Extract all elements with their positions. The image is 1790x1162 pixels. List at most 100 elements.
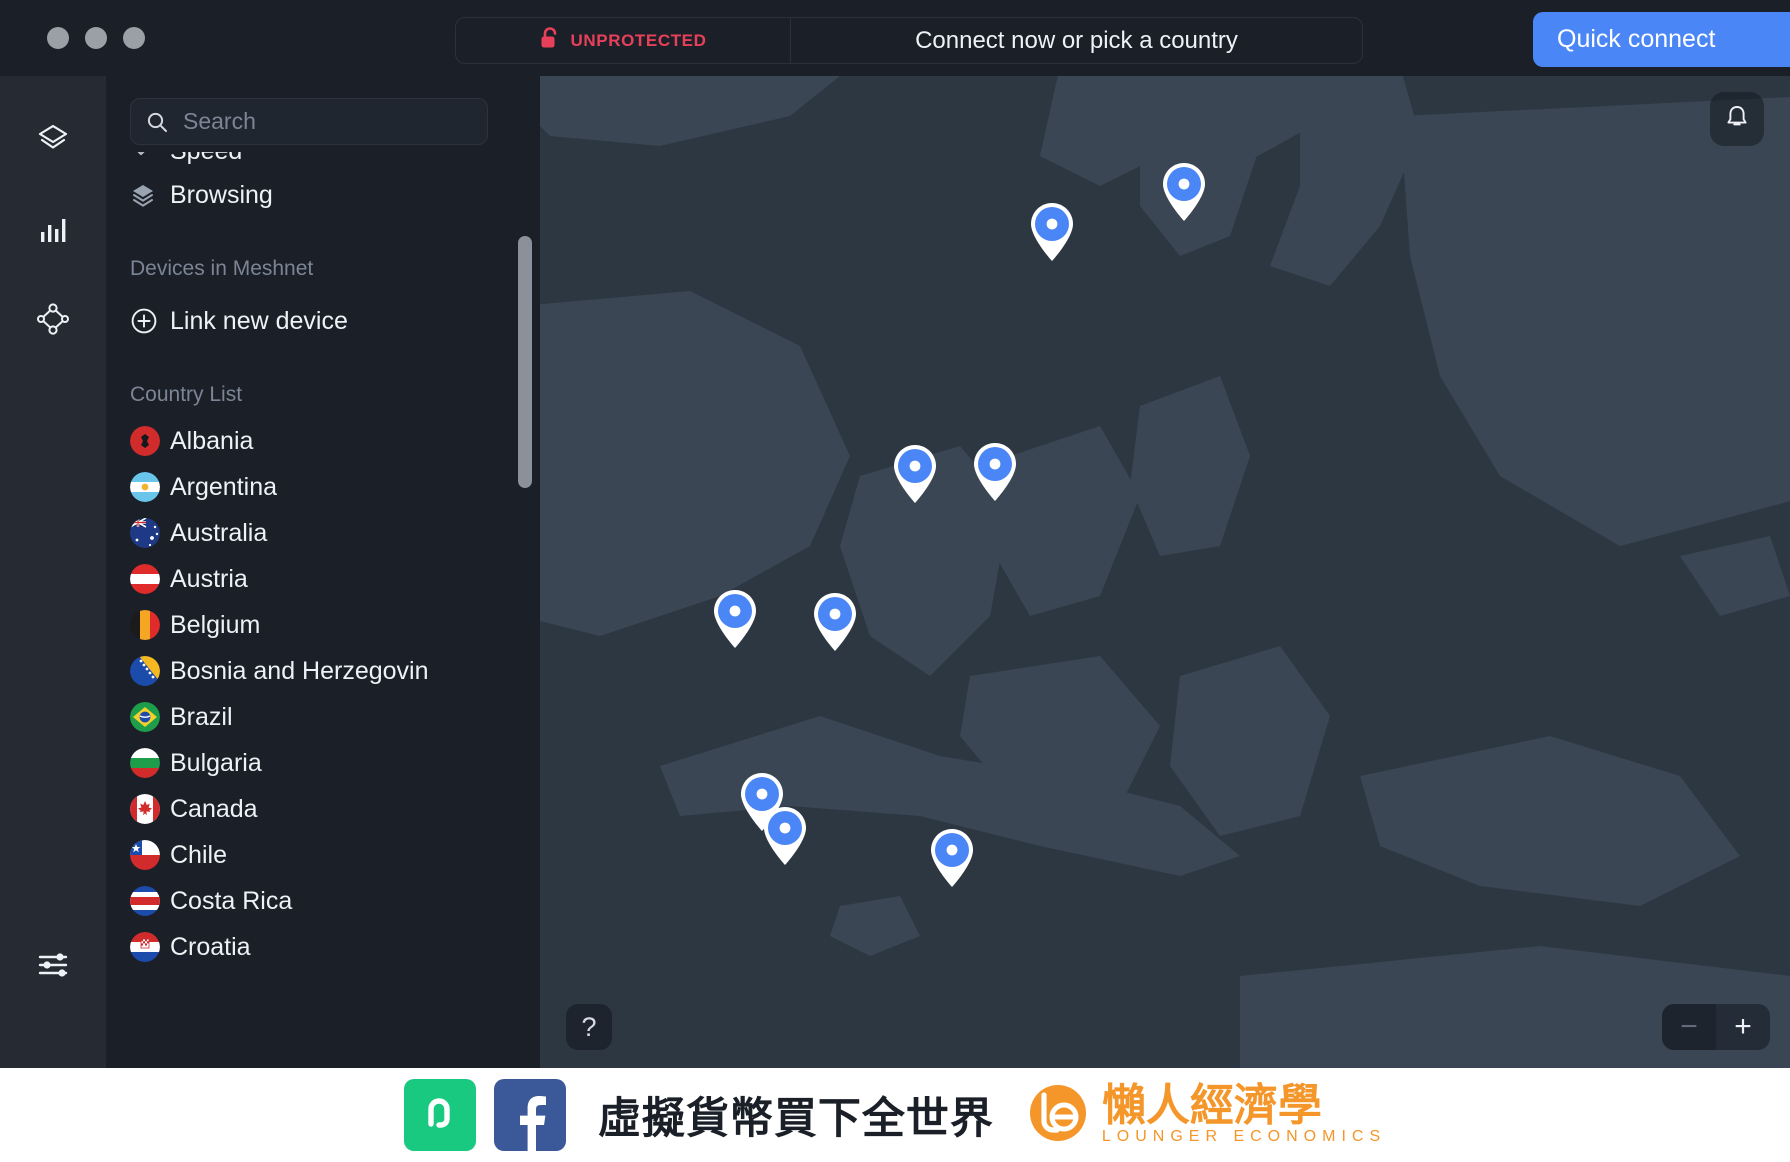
list-item-browsing[interactable]: Browsing	[106, 166, 540, 224]
search-icon	[145, 110, 169, 134]
sidebar-item-vpn[interactable]	[0, 96, 106, 186]
notifications-button[interactable]	[1710, 92, 1764, 146]
section-heading-meshnet: Devices in Meshnet	[130, 257, 314, 280]
list-item-speed-label: Speed	[170, 152, 242, 166]
brand-name-en: LOUNGER ECONOMICS	[1101, 1128, 1387, 1145]
country-list[interactable]: Albania Argentina Australia Austria Belgium B…	[106, 418, 540, 970]
country-list-item-label: Canada	[170, 794, 258, 823]
list-item-speed[interactable]: Speed	[106, 152, 540, 166]
window-traffic-lights	[47, 27, 145, 49]
footer-tagline: 虛擬貨幣買下全世界	[597, 1095, 994, 1143]
chevron-down-icon	[130, 152, 170, 162]
country-list-item[interactable]: Chile	[106, 832, 540, 878]
map-server-marker[interactable]	[892, 443, 938, 510]
connection-headline-text: Connect now or pick a country	[915, 26, 1238, 54]
close-button[interactable]	[47, 27, 69, 49]
bell-icon	[1723, 103, 1751, 136]
country-list-item-label: Albania	[170, 426, 254, 455]
flag-icon-ca	[130, 794, 170, 824]
flag-icon-cl	[130, 840, 170, 870]
layers-icon	[130, 182, 170, 208]
search-wrapper	[106, 76, 540, 145]
sidebar-item-settings[interactable]	[0, 922, 106, 1012]
country-list-item[interactable]: Bulgaria	[106, 740, 540, 786]
country-list-item-label: Australia	[170, 518, 268, 547]
nordvpn-app-window: UNPROTECTED Connect now or pick a countr…	[0, 0, 1790, 1068]
flag-icon-ar	[130, 472, 170, 502]
country-list-item[interactable]: Canada	[106, 786, 540, 832]
brand-logo: 懶人經濟學 LOUNGER ECONOMICS	[1026, 1081, 1386, 1150]
connection-status-bar: UNPROTECTED Connect now or pick a countr…	[455, 17, 1363, 64]
map-server-marker[interactable]	[762, 805, 808, 872]
panel-list[interactable]: Speed Browsing Devices in Meshnet	[106, 152, 540, 1068]
quick-connect-button[interactable]: Quick connect	[1533, 12, 1790, 67]
country-list-item[interactable]: Belgium	[106, 602, 540, 648]
search-input[interactable]	[169, 108, 487, 135]
le-circle-logo	[1026, 1081, 1090, 1150]
map-server-marker[interactable]	[712, 588, 758, 655]
search-box[interactable]	[130, 98, 488, 145]
country-list-item-label: Bosnia and Herzegovin	[170, 656, 429, 685]
protection-status: UNPROTECTED	[456, 18, 791, 63]
country-list-item-label: Argentina	[170, 472, 278, 501]
country-list-item-label: Austria	[170, 564, 248, 593]
map-server-marker[interactable]	[1161, 161, 1207, 228]
sidebar-item-meshnet[interactable]	[0, 276, 106, 366]
unlocked-lock-icon	[540, 26, 560, 55]
section-heading-country-list: Country List	[130, 383, 243, 406]
bar-chart-icon	[36, 212, 70, 251]
sidebar-item-threat-protection[interactable]	[0, 186, 106, 276]
flag-icon-bg	[130, 748, 170, 778]
country-list-item[interactable]: Croatia	[106, 924, 540, 970]
map-server-marker[interactable]	[812, 591, 858, 658]
country-list-item[interactable]: Costa Rica	[106, 878, 540, 924]
country-list-item-label: Chile	[170, 840, 227, 869]
connection-headline: Connect now or pick a country	[791, 27, 1362, 55]
link-new-device-button[interactable]: Link new device	[106, 292, 540, 350]
map-zoom-controls: − +	[1662, 1004, 1770, 1050]
map-server-marker[interactable]	[929, 827, 975, 894]
flag-icon-au	[130, 518, 170, 548]
flag-icon-hr	[130, 932, 170, 962]
line-app-icon	[403, 1079, 476, 1151]
icon-rail	[0, 76, 106, 1068]
sliders-settings-icon	[36, 948, 70, 987]
layers-icon	[35, 121, 71, 162]
country-list-item[interactable]: Austria	[106, 556, 540, 602]
country-list-item-label: Croatia	[170, 932, 251, 961]
map-server-marker[interactable]	[972, 441, 1018, 508]
protection-status-label: UNPROTECTED	[570, 30, 707, 50]
country-list-item-label: Costa Rica	[170, 886, 293, 915]
map-server-marker[interactable]	[1029, 201, 1075, 268]
flag-icon-al	[130, 426, 170, 456]
country-list-item-label: Brazil	[170, 702, 233, 731]
minimize-button[interactable]	[85, 27, 107, 49]
plus-circle-icon	[130, 307, 170, 335]
list-item-browsing-label: Browsing	[170, 180, 273, 209]
flag-icon-be	[130, 610, 170, 640]
footer-watermark: 虛擬貨幣買下全世界 懶人經濟學 LOUNGER ECONOMICS	[0, 1068, 1790, 1162]
maximize-button[interactable]	[123, 27, 145, 49]
country-list-item[interactable]: Albania	[106, 418, 540, 464]
help-button[interactable]: ?	[566, 1004, 612, 1050]
flag-icon-ba	[130, 656, 170, 686]
country-list-item[interactable]: Bosnia and Herzegovin	[106, 648, 540, 694]
panel-scrollbar[interactable]	[518, 236, 532, 488]
country-list-item-label: Bulgaria	[170, 748, 262, 777]
flag-icon-cr	[130, 886, 170, 916]
flag-icon-at	[130, 564, 170, 594]
facebook-icon	[493, 1079, 566, 1151]
flag-icon-br	[130, 702, 170, 732]
brand-name-cn: 懶人經濟學	[1101, 1081, 1322, 1130]
country-list-item-label: Belgium	[170, 610, 261, 639]
link-new-device-label: Link new device	[170, 306, 348, 335]
country-list-item[interactable]: Australia	[106, 510, 540, 556]
world-map[interactable]: ? − +	[540, 76, 1790, 1068]
title-bar: UNPROTECTED Connect now or pick a countr…	[0, 0, 1790, 76]
country-list-item[interactable]: Argentina	[106, 464, 540, 510]
country-list-item[interactable]: Brazil	[106, 694, 540, 740]
zoom-out-button[interactable]: −	[1662, 1004, 1716, 1050]
meshnet-nodes-icon	[34, 300, 72, 343]
left-panel: Speed Browsing Devices in Meshnet	[106, 76, 540, 1068]
zoom-in-button[interactable]: +	[1716, 1004, 1770, 1050]
